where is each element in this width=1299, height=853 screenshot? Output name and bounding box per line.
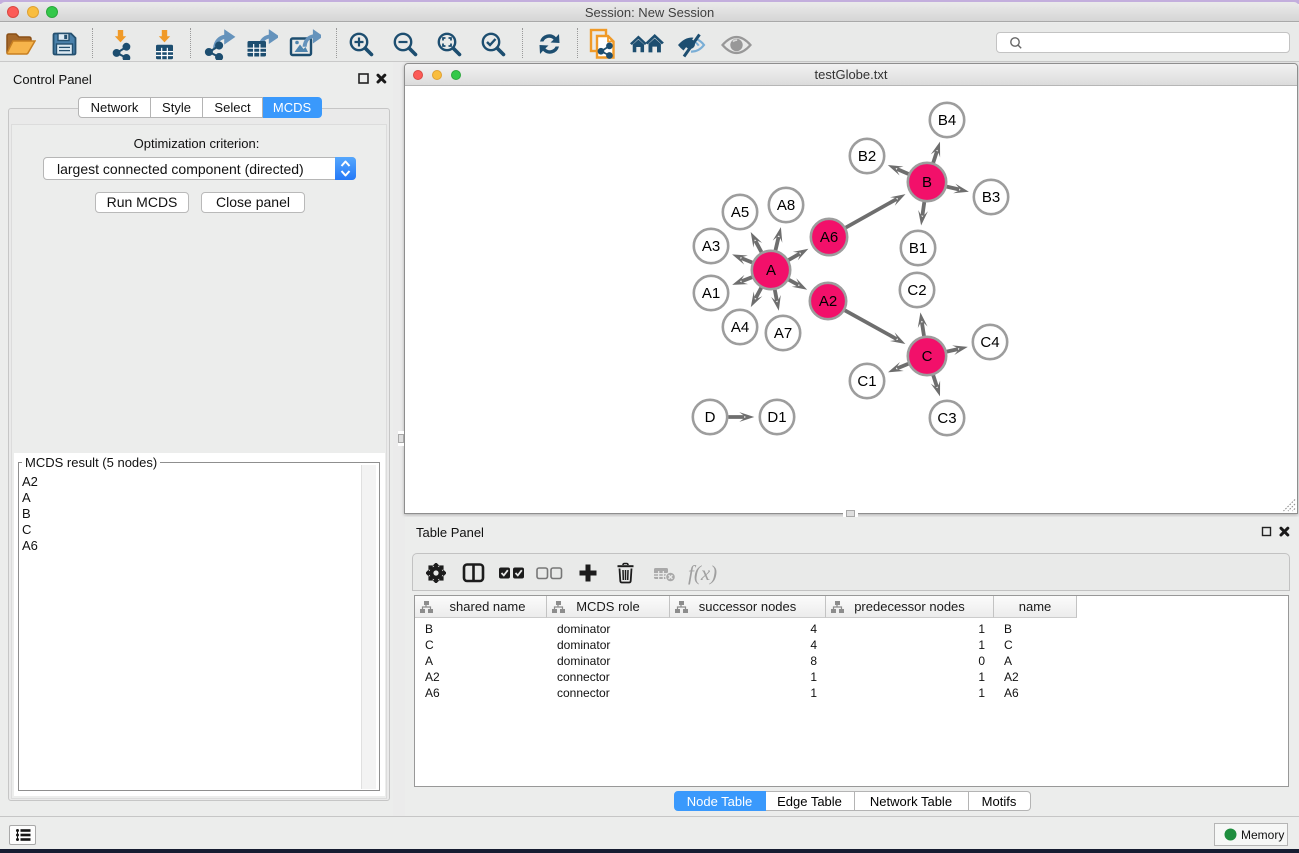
svg-text:A5: A5: [731, 204, 749, 221]
svg-text:A3: A3: [702, 238, 720, 255]
svg-text:A2: A2: [819, 293, 837, 310]
svg-text:C: C: [922, 348, 933, 365]
svg-text:B: B: [922, 174, 932, 191]
svg-text:C3: C3: [937, 410, 956, 427]
svg-text:A8: A8: [777, 197, 795, 214]
svg-text:D1: D1: [767, 409, 786, 426]
svg-text:C2: C2: [907, 282, 926, 299]
svg-text:B3: B3: [982, 189, 1000, 206]
svg-text:C1: C1: [857, 373, 876, 390]
svg-text:A7: A7: [774, 325, 792, 342]
svg-text:A1: A1: [702, 285, 720, 302]
svg-text:A6: A6: [820, 229, 838, 246]
svg-text:B1: B1: [909, 240, 927, 257]
svg-text:B2: B2: [858, 148, 876, 165]
svg-text:A4: A4: [731, 319, 749, 336]
svg-text:D: D: [705, 409, 716, 426]
svg-text:C4: C4: [980, 334, 999, 351]
svg-text:A: A: [766, 262, 776, 279]
svg-text:B4: B4: [938, 112, 956, 129]
